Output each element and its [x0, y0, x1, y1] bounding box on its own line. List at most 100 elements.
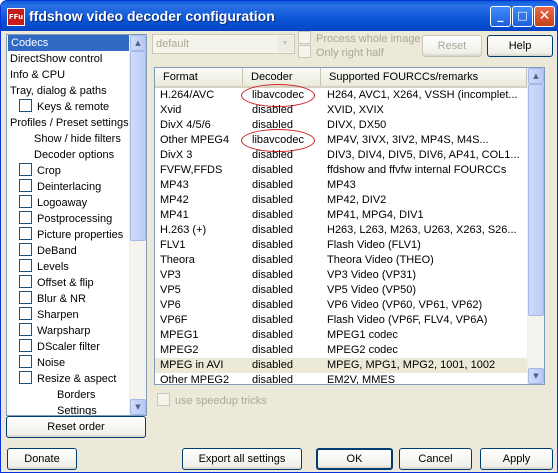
- scroll-thumb[interactable]: [528, 84, 544, 316]
- help-button[interactable]: Help: [487, 35, 553, 57]
- checkbox-box[interactable]: [19, 339, 32, 352]
- sidebar-item[interactable]: Postprocessing: [19, 211, 112, 227]
- cell-format: MP42: [160, 194, 189, 206]
- preset-select[interactable]: default ▼: [152, 34, 295, 54]
- checkbox-box[interactable]: [19, 179, 32, 192]
- sidebar-item[interactable]: Levels: [19, 259, 69, 275]
- table-row[interactable]: H.264/AVC libavcodec H264, AVC1, X264, VSS…: [155, 84, 527, 107]
- checkbox-box[interactable]: [19, 195, 32, 208]
- checkbox-box[interactable]: [19, 99, 32, 112]
- export-settings-button[interactable]: Export all settings: [182, 448, 302, 470]
- speedup-tricks-checkbox[interactable]: use speedup tricks: [157, 393, 267, 407]
- table-row[interactable]: VP5 disabled VP5 Video (VP50): [155, 283, 527, 298]
- list-scrollbar[interactable]: ▲ ▼: [527, 68, 544, 384]
- sidebar-item[interactable]: DirectShow control: [10, 51, 102, 67]
- table-row[interactable]: MPEG in AVI disabled MPEG, MPG1, MPG2, 100…: [155, 358, 527, 373]
- cancel-button[interactable]: Cancel: [399, 448, 472, 470]
- table-row[interactable]: MPEG1 disabled MPEG1 codec: [155, 328, 527, 343]
- sidebar-item[interactable]: Tray, dialog & paths: [10, 83, 107, 99]
- checkbox-box[interactable]: [19, 163, 32, 176]
- checkbox-box[interactable]: [298, 45, 311, 58]
- sidebar-item[interactable]: Crop: [19, 163, 61, 179]
- scroll-up-icon[interactable]: ▲: [528, 68, 544, 84]
- sidebar-item[interactable]: Decoder options: [34, 147, 114, 163]
- scroll-down-icon[interactable]: ▼: [130, 399, 146, 415]
- cell-format: Other MPEG2: [160, 374, 230, 385]
- sidebar-item[interactable]: Codecs: [8, 35, 129, 51]
- checkbox-box[interactable]: [19, 275, 32, 288]
- reset-button[interactable]: Reset: [422, 35, 482, 57]
- table-row[interactable]: Theora disabled Theora Video (THEO): [155, 253, 527, 268]
- only-right-half-checkbox[interactable]: Only right half: [298, 45, 384, 59]
- reset-order-button[interactable]: Reset order: [6, 416, 146, 438]
- sidebar-item[interactable]: Picture properties: [19, 227, 123, 243]
- sidebar-scrollbar[interactable]: ▲ ▼: [129, 35, 146, 415]
- column-header[interactable]: Supported FOURCCs/remarks: [321, 68, 527, 86]
- sidebar-item[interactable]: DScaler filter: [19, 339, 100, 355]
- apply-button[interactable]: Apply: [480, 448, 553, 470]
- table-row[interactable]: MP41 disabled MP41, MPG4, DIV1: [155, 208, 527, 223]
- sidebar-item-label: DeBand: [37, 245, 77, 257]
- cell-format: VP5: [160, 284, 181, 296]
- table-row[interactable]: Other MPEG2 disabled EM2V, MMES: [155, 373, 527, 385]
- sidebar-item[interactable]: Deinterlacing: [19, 179, 101, 195]
- sidebar-item[interactable]: Warpsharp: [19, 323, 90, 339]
- table-row[interactable]: VP6 disabled VP6 Video (VP60, VP61, VP62): [155, 298, 527, 313]
- checkbox-box[interactable]: [19, 323, 32, 336]
- sidebar-item[interactable]: DeBand: [19, 243, 77, 259]
- cell-decoder: disabled: [252, 104, 293, 116]
- sidebar-item[interactable]: Keys & remote: [19, 99, 109, 115]
- checkbox-box[interactable]: [19, 227, 32, 240]
- sidebar-item[interactable]: Offset & flip: [19, 275, 94, 291]
- table-row[interactable]: DivX 4/5/6 disabled DIVX, DX50: [155, 118, 527, 133]
- checkbox-box[interactable]: [19, 307, 32, 320]
- cell-remarks: EM2V, MMES: [327, 374, 396, 385]
- sidebar-item[interactable]: Resize & aspect: [19, 371, 116, 387]
- cell-decoder: disabled: [252, 209, 293, 221]
- sidebar-item[interactable]: Profiles / Preset settings: [10, 115, 129, 131]
- checkbox-box[interactable]: [19, 291, 32, 304]
- cell-decoder: disabled: [252, 359, 293, 371]
- title-bar[interactable]: FFu ffdshow video decoder configuration …: [1, 1, 557, 31]
- scroll-up-icon[interactable]: ▲: [130, 35, 146, 51]
- table-row[interactable]: FLV1 disabled Flash Video (FLV1): [155, 238, 527, 253]
- checkbox-box[interactable]: [19, 371, 32, 384]
- table-row[interactable]: MPEG2 disabled MPEG2 codec: [155, 343, 527, 358]
- process-whole-image-checkbox[interactable]: Process whole image: [298, 31, 421, 45]
- sidebar-item-label: Warpsharp: [37, 325, 91, 337]
- donate-button[interactable]: Donate: [7, 448, 77, 470]
- table-row[interactable]: VP3 disabled VP3 Video (VP31): [155, 268, 527, 283]
- table-row[interactable]: VP6F disabled Flash Video (VP6F, FLV4, VP6…: [155, 313, 527, 328]
- sidebar-item[interactable]: Blur & NR: [19, 291, 86, 307]
- checkbox-box[interactable]: [19, 355, 32, 368]
- checkbox-box[interactable]: [298, 31, 311, 44]
- sidebar-item[interactable]: Logoaway: [19, 195, 87, 211]
- sidebar-item[interactable]: Sharpen: [19, 307, 79, 323]
- table-row[interactable]: Xvid disabled XVID, XVIX: [155, 103, 527, 118]
- table-row[interactable]: DivX 3 disabled DIV3, DIV4, DIV5, DIV6, AP…: [155, 148, 527, 163]
- ok-button[interactable]: OK: [316, 448, 393, 470]
- minimize-icon[interactable]: _: [490, 6, 511, 27]
- cell-remarks: XVID, XVIX: [327, 104, 384, 116]
- close-icon[interactable]: ✕: [534, 6, 555, 27]
- checkbox-box[interactable]: [157, 393, 170, 406]
- table-row[interactable]: MP43 disabled MP43: [155, 178, 527, 193]
- sidebar-item[interactable]: Noise: [19, 355, 65, 371]
- chevron-down-icon[interactable]: ▼: [277, 36, 293, 52]
- cell-format: H.263 (+): [160, 224, 207, 236]
- sidebar-item[interactable]: Settings: [57, 403, 97, 415]
- scroll-thumb[interactable]: [130, 51, 146, 241]
- checkbox-box[interactable]: [19, 211, 32, 224]
- table-row[interactable]: Other MPEG4 libavcodec MP4V, 3IVX, 3IV2, M…: [155, 129, 527, 152]
- sidebar-item[interactable]: Show / hide filters: [34, 131, 121, 147]
- table-row[interactable]: FVFW,FFDS disabled ffdshow and ffvfw inter…: [155, 163, 527, 178]
- column-header[interactable]: Format: [155, 68, 243, 86]
- checkbox-box[interactable]: [19, 259, 32, 272]
- checkbox-box[interactable]: [19, 243, 32, 256]
- scroll-down-icon[interactable]: ▼: [528, 368, 544, 384]
- table-row[interactable]: MP42 disabled MP42, DIV2: [155, 193, 527, 208]
- sidebar-item[interactable]: Info & CPU: [10, 67, 65, 83]
- table-row[interactable]: H.263 (+) disabled H263, L263, M263, U263,…: [155, 223, 527, 238]
- maximize-icon[interactable]: □: [512, 6, 533, 27]
- sidebar-item[interactable]: Borders: [57, 387, 96, 403]
